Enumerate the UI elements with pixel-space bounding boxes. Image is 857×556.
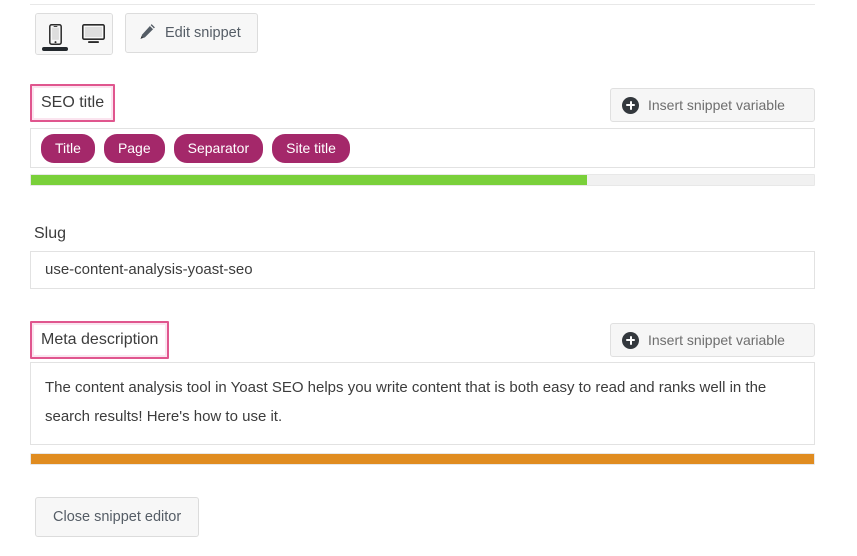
- seo-title-variable-chips: Title Page Separator Site title: [31, 129, 814, 167]
- desktop-icon: [81, 24, 105, 44]
- pencil-icon: [139, 23, 156, 44]
- snippet-toolbar: Edit snippet: [35, 13, 258, 55]
- edit-snippet-label: Edit snippet: [165, 25, 241, 41]
- meta-description-value: The content analysis tool in Yoast SEO h…: [45, 379, 767, 425]
- slug-input[interactable]: use-content-analysis-yoast-seo: [30, 251, 815, 289]
- snippet-editor-panel: Edit snippet SEO title Insert snippet va…: [0, 0, 857, 556]
- meta-description-length-progress: [30, 453, 815, 465]
- mobile-icon: [48, 23, 62, 45]
- seo-title-label: SEO title: [30, 84, 116, 123]
- insert-variable-label: Insert snippet variable: [648, 332, 785, 348]
- slug-label: Slug: [34, 224, 66, 243]
- mobile-preview-button[interactable]: [36, 14, 74, 54]
- meta-description-insert-variable-button[interactable]: Insert snippet variable: [610, 323, 815, 357]
- insert-variable-label: Insert snippet variable: [648, 97, 785, 113]
- seo-title-input[interactable]: Title Page Separator Site title: [30, 128, 815, 168]
- close-snippet-editor-button[interactable]: Close snippet editor: [35, 497, 200, 537]
- meta-description-input[interactable]: The content analysis tool in Yoast SEO h…: [30, 362, 815, 445]
- desktop-preview-button[interactable]: [74, 14, 112, 54]
- seo-title-length-progress: [30, 174, 815, 186]
- close-snippet-editor-label: Close snippet editor: [53, 509, 182, 525]
- seo-title-label-text: SEO title: [41, 94, 105, 111]
- top-divider: [30, 4, 815, 5]
- plus-circle-icon: [622, 96, 639, 114]
- snippet-variable-chip[interactable]: Separator: [173, 133, 264, 163]
- seo-title-length-progress-fill: [31, 175, 587, 185]
- meta-description-label-text: Meta description: [41, 331, 159, 348]
- snippet-variable-chip[interactable]: Title: [41, 133, 95, 163]
- seo-title-insert-variable-button[interactable]: Insert snippet variable: [610, 88, 815, 122]
- snippet-variable-chip[interactable]: Site title: [272, 133, 350, 163]
- edit-snippet-button[interactable]: Edit snippet: [125, 13, 258, 53]
- plus-circle-icon: [622, 331, 639, 349]
- device-preview-toggle[interactable]: [35, 13, 113, 55]
- slug-value: use-content-analysis-yoast-seo: [45, 261, 253, 278]
- meta-description-label: Meta description: [30, 321, 170, 360]
- snippet-variable-chip[interactable]: Page: [103, 133, 165, 163]
- slug-label-text: Slug: [34, 225, 67, 242]
- meta-description-length-progress-fill: [31, 454, 814, 464]
